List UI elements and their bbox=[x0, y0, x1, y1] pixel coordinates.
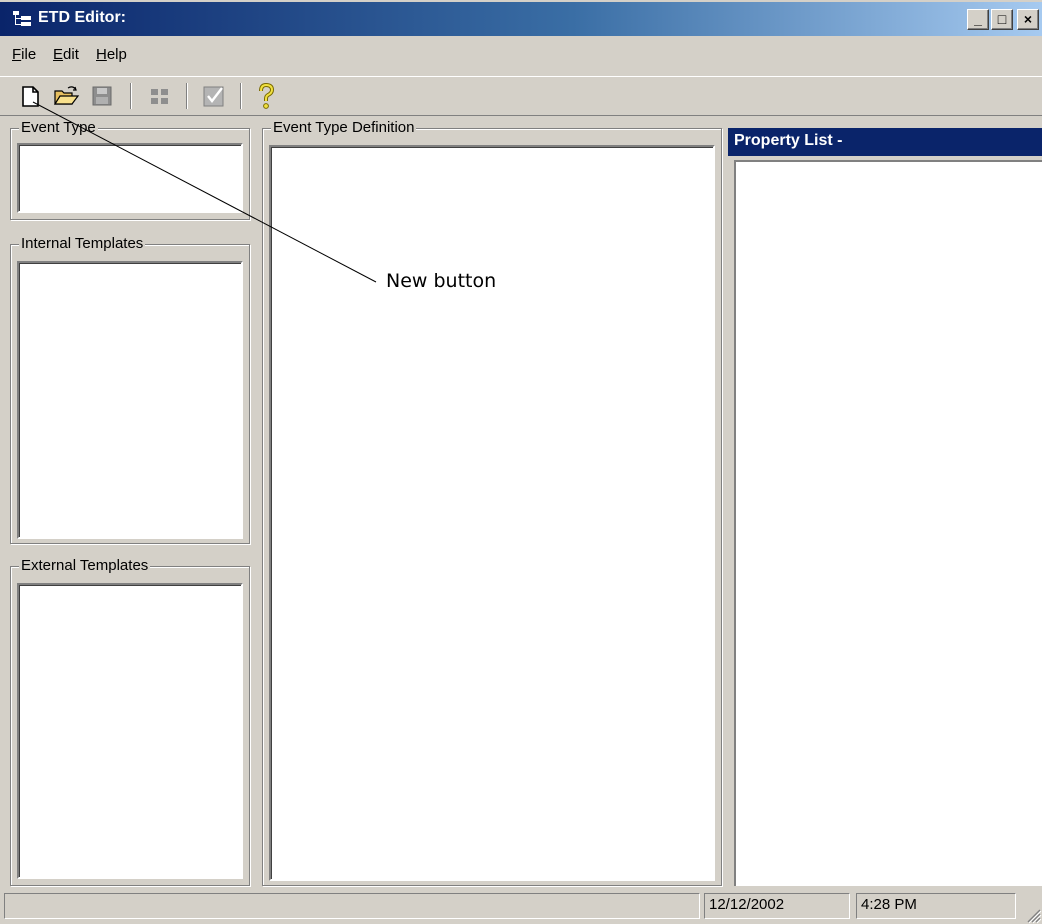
close-button[interactable]: × bbox=[1017, 9, 1039, 30]
external-templates-listbox[interactable] bbox=[17, 583, 243, 879]
checkbox-icon[interactable] bbox=[200, 82, 228, 110]
toolbar-separator bbox=[130, 83, 132, 109]
menu-bar: File Edit Help bbox=[0, 36, 1042, 74]
callout-new-button-label: New button bbox=[386, 270, 497, 292]
menu-edit[interactable]: Edit bbox=[53, 46, 79, 63]
external-templates-group: External Templates bbox=[10, 557, 250, 886]
status-message bbox=[4, 893, 700, 919]
maximize-button[interactable]: □ bbox=[991, 9, 1013, 30]
menu-file[interactable]: File bbox=[12, 46, 36, 63]
menu-file-accel: F bbox=[12, 46, 22, 63]
internal-templates-group: Internal Templates bbox=[10, 235, 250, 544]
event-type-definition-label: Event Type Definition bbox=[271, 119, 417, 136]
event-type-definition-tree[interactable] bbox=[269, 145, 715, 881]
help-question-icon[interactable] bbox=[252, 82, 280, 110]
status-time: 4:28 PM bbox=[856, 893, 1016, 919]
toolbar-separator bbox=[240, 83, 242, 109]
event-type-label: Event Type bbox=[19, 119, 98, 136]
menu-edit-accel: E bbox=[53, 46, 64, 63]
resize-grip-icon[interactable] bbox=[1022, 904, 1042, 924]
internal-templates-label: Internal Templates bbox=[19, 235, 146, 252]
property-list-header: Property List - bbox=[728, 128, 1042, 156]
internal-templates-listbox[interactable] bbox=[17, 261, 243, 539]
app-tree-icon bbox=[13, 11, 31, 26]
property-list-title: Property List - bbox=[734, 132, 843, 149]
toolbar-separator bbox=[186, 83, 188, 109]
menu-help-accel: H bbox=[96, 46, 107, 63]
new-document-icon[interactable] bbox=[16, 82, 44, 110]
minimize-button[interactable]: _ bbox=[967, 9, 989, 30]
grid-icon[interactable] bbox=[146, 82, 174, 110]
event-type-group: Event Type bbox=[10, 119, 250, 220]
status-bar: 12/12/2002 4:28 PM bbox=[0, 889, 1042, 924]
menu-edit-rest: dit bbox=[63, 46, 79, 63]
save-disk-icon[interactable] bbox=[88, 82, 116, 110]
menu-file-rest: ile bbox=[21, 46, 37, 63]
window-title: ETD Editor: bbox=[38, 9, 126, 26]
menu-help-rest: elp bbox=[106, 46, 127, 63]
toolbar bbox=[0, 76, 1042, 116]
status-date: 12/12/2002 bbox=[704, 893, 850, 919]
title-bar[interactable]: ETD Editor: _ □ × bbox=[0, 0, 1042, 36]
property-list-grid[interactable] bbox=[734, 160, 1042, 886]
menu-help[interactable]: Help bbox=[96, 46, 127, 63]
open-folder-icon[interactable] bbox=[52, 82, 80, 110]
etd-editor-window: ETD Editor: _ □ × File Edit Help Event T… bbox=[0, 0, 1042, 924]
external-templates-label: External Templates bbox=[19, 557, 151, 574]
event-type-definition-group: Event Type Definition bbox=[262, 119, 722, 886]
event-type-listbox[interactable] bbox=[17, 143, 243, 213]
